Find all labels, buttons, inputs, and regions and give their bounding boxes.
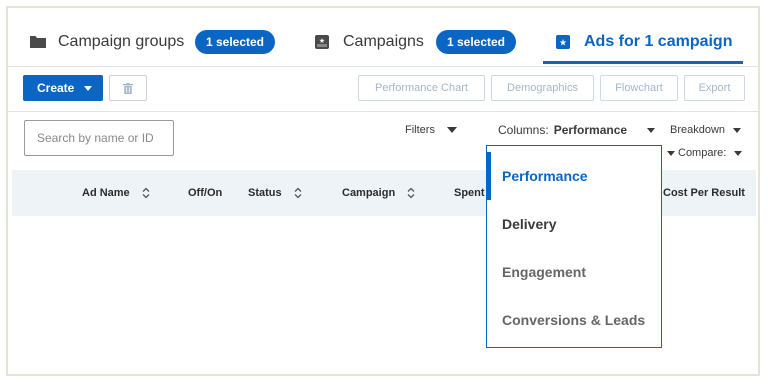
column-header-cost-per-result[interactable]: Cost Per Result xyxy=(663,170,745,216)
chevron-down-icon xyxy=(733,127,742,133)
search-input[interactable]: Search by name or ID xyxy=(24,120,174,156)
svg-text:★: ★ xyxy=(319,37,325,45)
columns-dropdown-menu: Performance Delivery Engagement Conversi… xyxy=(486,145,662,348)
chevron-down-icon xyxy=(84,85,93,91)
chevron-down-icon xyxy=(667,150,675,156)
tab-campaign-groups[interactable]: Campaign groups xyxy=(30,30,184,54)
column-header-label: Campaign xyxy=(342,187,396,199)
column-header-off-on[interactable]: Off/On xyxy=(188,170,222,216)
sort-icon xyxy=(142,187,150,199)
columns-label: Columns: xyxy=(498,123,549,137)
campaign-groups-selected-badge[interactable]: 1 selected xyxy=(195,30,275,54)
column-header-status[interactable]: Status xyxy=(248,170,302,216)
menu-item-performance[interactable]: Performance xyxy=(487,152,661,200)
column-header-label: Cost Per Result xyxy=(663,187,745,199)
column-header-label: Spent xyxy=(454,187,485,199)
column-header-label: Off/On xyxy=(188,187,223,199)
column-header-campaign[interactable]: Campaign xyxy=(342,170,415,216)
menu-item-delivery[interactable]: Delivery xyxy=(487,200,661,248)
breakdown-dropdown[interactable]: Breakdown xyxy=(670,124,742,136)
flowchart-button[interactable]: Flowchart xyxy=(600,75,678,101)
ads-manager-panel: Campaign groups 1 selected ★ Campaigns 1… xyxy=(6,6,760,376)
trash-icon xyxy=(123,82,133,94)
performance-chart-button[interactable]: Performance Chart xyxy=(358,75,485,101)
tab-ads[interactable]: ★ Ads for 1 campaign xyxy=(556,30,732,54)
delete-button[interactable] xyxy=(109,75,147,101)
create-button-label: Create xyxy=(37,81,75,95)
svg-text:★: ★ xyxy=(559,39,567,49)
sort-icon xyxy=(294,187,302,199)
tab-campaigns[interactable]: ★ Campaigns xyxy=(315,30,424,54)
menu-item-conversions-leads[interactable]: Conversions & Leads xyxy=(487,296,661,344)
active-tab-indicator xyxy=(543,61,743,64)
campaigns-selected-badge[interactable]: 1 selected xyxy=(436,30,516,54)
columns-dropdown[interactable]: Columns: Performance xyxy=(498,123,656,137)
ad-icon: ★ xyxy=(556,35,570,49)
demographics-button[interactable]: Demographics xyxy=(491,75,594,101)
export-button[interactable]: Export xyxy=(684,75,745,101)
compare-dropdown[interactable]: Compare: xyxy=(667,147,743,159)
breakdown-label: Breakdown xyxy=(670,124,726,136)
columns-value: Performance xyxy=(553,123,628,137)
tab-campaign-groups-label: Campaign groups xyxy=(58,33,185,50)
create-button[interactable]: Create xyxy=(23,75,103,101)
sort-icon xyxy=(407,187,415,199)
chevron-down-icon xyxy=(647,127,656,133)
folder-icon xyxy=(30,36,46,48)
chevron-down-icon xyxy=(734,150,743,156)
campaign-icon: ★ xyxy=(315,35,329,49)
chevron-down-icon xyxy=(446,127,457,133)
compare-label: Compare: xyxy=(678,147,727,159)
toolbar: Create Performance Chart Demographics Fl… xyxy=(8,67,758,112)
column-header-spent[interactable]: Spent xyxy=(454,170,485,216)
column-header-ad-name[interactable]: Ad Name xyxy=(82,170,150,216)
column-header-label: Status xyxy=(248,187,282,199)
column-header-label: Ad Name xyxy=(82,187,130,199)
filters-label: Filters xyxy=(405,124,435,136)
tab-campaigns-label: Campaigns xyxy=(343,33,424,50)
filters-dropdown[interactable]: Filters xyxy=(405,124,457,136)
menu-item-engagement[interactable]: Engagement xyxy=(487,248,661,296)
tab-ads-label: Ads for 1 campaign xyxy=(584,33,733,50)
tab-bar: Campaign groups 1 selected ★ Campaigns 1… xyxy=(8,8,758,67)
